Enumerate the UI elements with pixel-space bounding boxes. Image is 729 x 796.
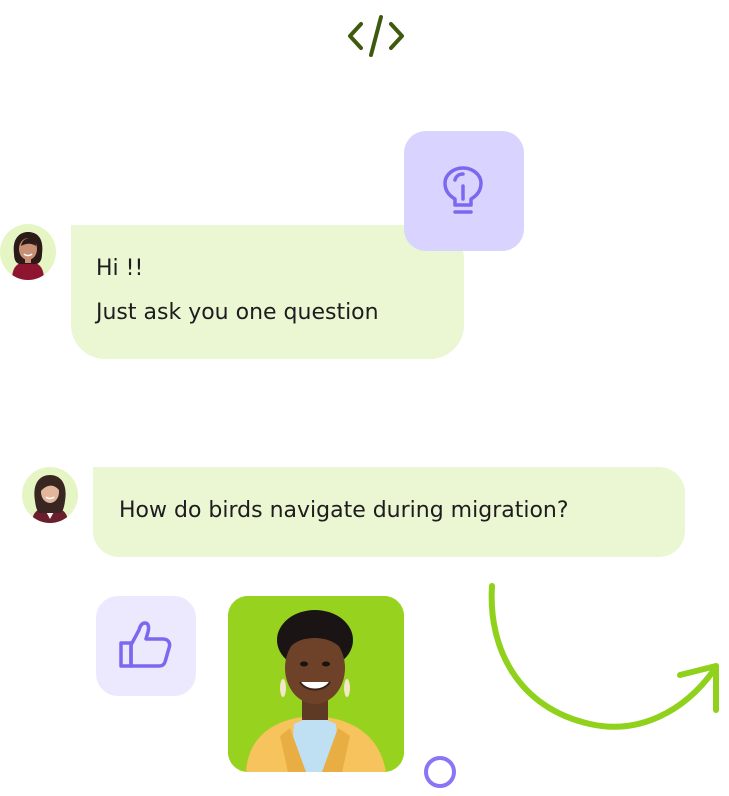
thumbs-up-icon [119,621,172,668]
circle-ring-icon [424,756,456,788]
message-greeting: Hi !! [96,256,144,281]
avatar [0,224,56,280]
chat-bubble: Hi !! Just ask you one question [71,225,464,359]
like-tile[interactable] [96,596,196,696]
avatar [22,467,78,523]
message-question: How do birds navigate during migration? [119,498,569,523]
lightbulb-icon [443,166,483,214]
message-text: Just ask you one question [96,300,379,325]
curved-arrow-icon [488,583,719,730]
idea-tile [404,131,524,251]
user-photo [228,596,404,772]
code-icon [348,15,404,57]
chat-bubble: How do birds navigate during migration? [93,467,685,557]
